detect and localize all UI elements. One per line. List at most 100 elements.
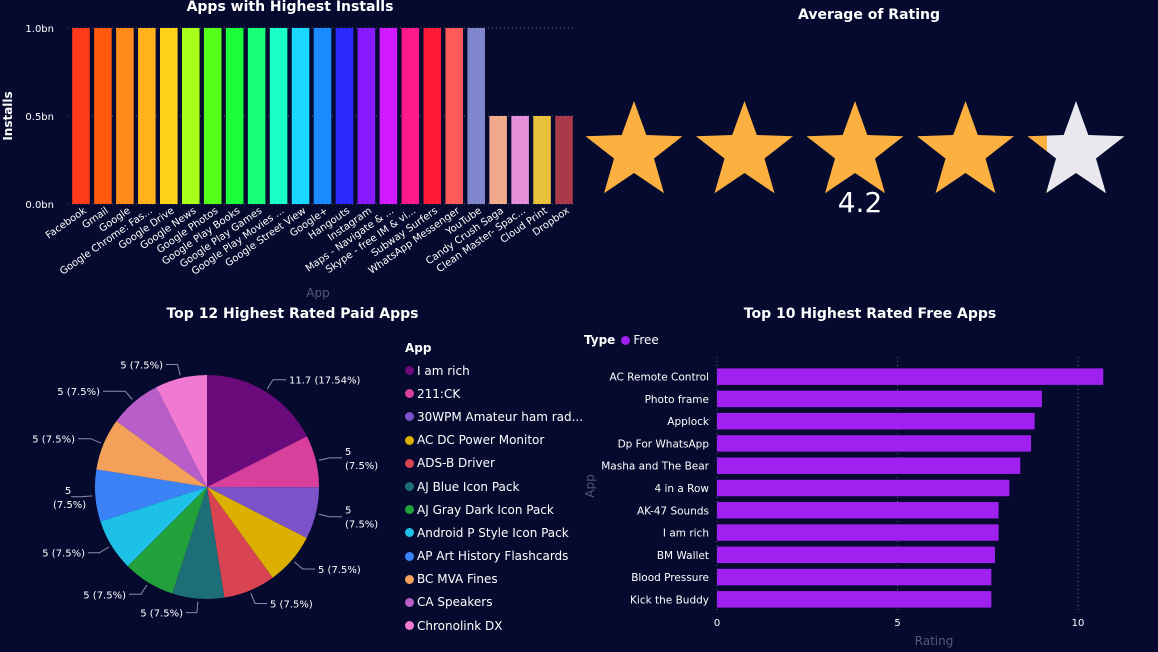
- rating-bar: [717, 591, 992, 608]
- rating-star-icon: [917, 101, 1014, 194]
- legend-marker: [405, 366, 414, 376]
- installs-chart: 0.0bn0.5bn1.0bnInstallsAppFacebookGmailG…: [1, 24, 574, 300]
- legend-label: AP Art History Flashcards: [417, 549, 569, 564]
- legend-marker: [405, 551, 414, 561]
- rating-star-icon: [1027, 101, 1125, 194]
- pie-data-label: 11.7 (17.54%): [289, 376, 360, 387]
- install-bar: [291, 28, 310, 204]
- install-bar: [555, 116, 573, 204]
- paid-legend-items: I am rich 211:CK 30WPM Amateur ham rad... A…: [405, 359, 583, 637]
- pie-data-label: (7.5%): [345, 461, 378, 472]
- pie-data-label: 5 (7.5%): [270, 599, 313, 610]
- legend-marker: [405, 458, 414, 468]
- pie-leader-line: [78, 438, 101, 444]
- rating-star-icon: [696, 101, 793, 194]
- pie-leader-line: [103, 390, 133, 400]
- pie-data-label: 5 (7.5%): [318, 565, 361, 576]
- y-tick-label: Masha and The Bear: [601, 461, 709, 473]
- paid-legend-item: ADS-B Driver: [405, 452, 583, 475]
- pie-leader-line: [318, 457, 342, 461]
- legend-label: AJ Blue Icon Pack: [417, 479, 520, 494]
- legend-marker: [405, 528, 414, 538]
- rating-star-icon: [585, 101, 683, 194]
- paid-legend-title: App: [405, 341, 432, 355]
- y-tick-label: AC Remote Control: [610, 372, 709, 384]
- legend-label: Android P Style Icon Pack: [417, 525, 569, 540]
- pie-leader-line: [71, 495, 93, 498]
- rating-bar: [717, 368, 1104, 385]
- rating-bar: [717, 435, 1032, 452]
- rating-bar: [717, 479, 1010, 497]
- pie-data-label: 5 (7.5%): [42, 549, 85, 560]
- paid-legend-item: I am rich: [405, 359, 583, 382]
- legend-marker: [405, 574, 414, 584]
- install-bar: [94, 28, 112, 204]
- install-bar: [533, 116, 551, 204]
- paid-legend-item: 211:CK: [405, 382, 583, 405]
- pie-data-label: 5: [345, 447, 351, 458]
- install-bar: [116, 28, 134, 204]
- y-tick-label: AK-47 Sounds: [637, 505, 709, 517]
- pie-data-label: 5 (7.5%): [83, 590, 126, 601]
- install-bar: [467, 28, 485, 204]
- paid-legend-item: 30WPM Amateur ham rad...: [405, 405, 583, 428]
- y-axis-label: App: [583, 474, 597, 497]
- install-bar: [181, 28, 200, 204]
- legend-marker: [405, 389, 414, 399]
- pie-leader-line: [318, 513, 342, 518]
- pie-leader-line: [186, 601, 199, 614]
- pie-data-label: 5 (7.5%): [32, 435, 75, 446]
- pie-leader-line: [129, 584, 148, 595]
- free-chart-panel: Top 10 Highest Rated Free Apps Type Free…: [580, 300, 1158, 652]
- paid-legend-item: CA Speakers: [405, 591, 583, 614]
- legend-label: AC DC Power Monitor: [417, 433, 545, 448]
- install-bar: [313, 28, 332, 204]
- pie-data-label: 5 (7.5%): [140, 609, 183, 620]
- y-tick-label: 0.5bn: [25, 112, 54, 123]
- rating-bar: [717, 390, 1042, 408]
- pie-data-label: 5 (7.5%): [120, 360, 163, 371]
- x-tick-label: 10: [1072, 618, 1085, 629]
- rating-bar: [717, 457, 1021, 474]
- pie-data-label: 5: [65, 486, 71, 497]
- pie-data-label: (7.5%): [345, 520, 378, 531]
- legend-marker: [405, 435, 414, 445]
- installs-chart-panel: Apps with Highest Installs 0.0bn 0.5bn 1.0…: [0, 0, 580, 300]
- legend-label: BC MVA Fines: [417, 572, 498, 587]
- rating-value: 4.2: [837, 186, 883, 219]
- legend-label: 211:CK: [417, 386, 461, 401]
- legend-marker: [405, 621, 414, 631]
- paid-pie-chart: 11.7 (17.54%) 5 (7.5%) 5 (7.5%) 5 (7.5%) 5 (7.…: [32, 360, 378, 620]
- pie-leader-line: [293, 561, 315, 570]
- y-tick-label: Dp For WhatsApp: [618, 438, 710, 450]
- paid-legend: App I am rich 211:CK 30WPM Amateur ham rad…: [405, 341, 583, 637]
- x-axis-label: App: [306, 286, 329, 300]
- free-bar-chart: 0 5 10 Rating App AC Remote Control Photo fram…: [583, 357, 1104, 648]
- install-bar: [269, 28, 288, 204]
- y-tick-label: 0.0bn: [25, 200, 54, 211]
- legend-marker: [405, 482, 414, 492]
- rating-star-icon: [806, 101, 904, 194]
- rating-bar: [717, 524, 999, 541]
- pie-leader-line: [266, 379, 286, 390]
- rating-bar: [717, 412, 1035, 430]
- legend-label: ADS-B Driver: [417, 456, 495, 471]
- legend-marker: [405, 505, 414, 515]
- paid-legend-item: AJ Blue Icon Pack: [405, 475, 583, 498]
- paid-legend-item: AJ Gray Dark Icon Pack: [405, 498, 583, 521]
- x-tick-label: 0: [714, 618, 720, 629]
- y-tick-label: BM Wallet: [657, 550, 709, 562]
- paid-chart-panel: Top 12 Highest Rated Paid Apps 11.7 (17.…: [0, 300, 583, 652]
- paid-legend-item: AC DC Power Monitor: [405, 429, 583, 452]
- install-bar: [138, 28, 156, 204]
- pie-data-label: (7.5%): [53, 500, 86, 511]
- y-tick-label: Blood Pressure: [631, 572, 709, 584]
- rating-card-panel: Average of Rating 4.2: [580, 0, 1158, 300]
- y-tick-label: 1.0bn: [25, 24, 54, 35]
- install-bar: [72, 28, 90, 204]
- legend-label: AJ Gray Dark Icon Pack: [417, 502, 554, 517]
- install-bar: [401, 28, 420, 204]
- x-axis-label: Rating: [915, 634, 954, 648]
- paid-legend-item: BC MVA Fines: [405, 568, 583, 591]
- x-tick-label: 5: [894, 618, 900, 629]
